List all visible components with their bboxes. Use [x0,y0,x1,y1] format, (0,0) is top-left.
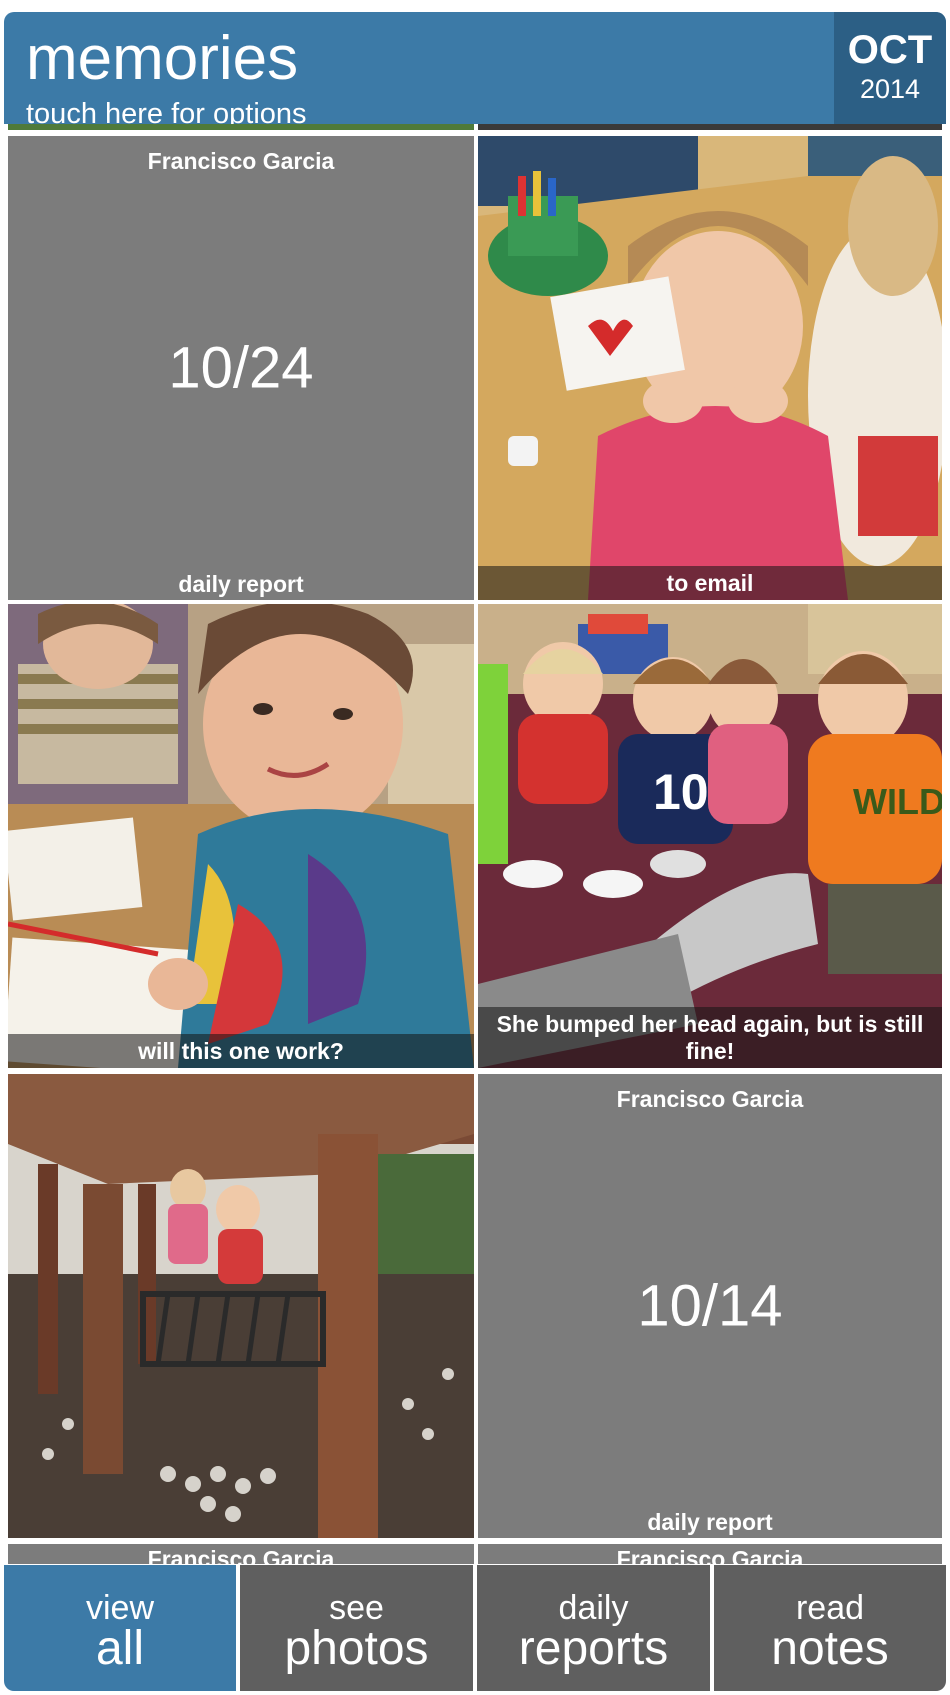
nav-small-label: view [85,1589,155,1627]
report-date: 10/14 [637,1273,783,1339]
nav-big-label: reports [518,1622,669,1675]
photo-toddlers-image: 10 WILD [478,604,942,1068]
svg-text:10: 10 [653,764,709,820]
nav-see-photos-button[interactable]: see photos [240,1565,473,1691]
photo-drawing-image [8,604,474,1068]
nav-small-label: see [329,1589,384,1627]
previous-tile-edge [478,124,942,130]
photo-caption: will this one work? [8,1034,474,1068]
child-name: Francisco Garcia [616,1546,804,1564]
month-label: OCT [847,28,933,72]
nav-read-notes-button[interactable]: read notes [714,1565,946,1691]
nav-big-label: all [95,1622,145,1675]
child-name: Francisco Garcia [616,1086,804,1112]
photo-tile[interactable]: will this one work? [8,604,474,1068]
photo-caption: to email [478,566,942,600]
svg-text:WILD: WILD [853,781,942,822]
nav-small-label: daily [558,1589,629,1627]
daily-report-tile-partial[interactable]: Francisco Garcia [8,1544,474,1564]
month-selector[interactable]: OCT 2014 [834,12,946,124]
nav-big-label: photos [284,1622,429,1675]
photo-craft-image [478,136,942,600]
child-name: Francisco Garcia [147,1546,335,1564]
photo-tile[interactable]: 10 WILD She bumped her head again, but i… [478,604,942,1068]
nav-view-all-button[interactable]: view all [4,1565,236,1691]
year-label: 2014 [859,74,921,104]
tile-type-label: daily report [647,1509,773,1535]
child-name: Francisco Garcia [147,148,335,174]
previous-tile-edge [8,124,474,130]
photo-tile[interactable] [8,1074,474,1538]
options-hint[interactable]: touch here for options [26,100,307,125]
daily-report-tile[interactable]: Francisco Garcia 10/24 daily report [8,136,474,600]
nav-small-label: read [795,1589,865,1627]
nav-daily-reports-button[interactable]: daily reports [477,1565,710,1691]
photo-tile[interactable]: to email [478,136,942,600]
app-title: memories [26,24,299,93]
report-date: 10/24 [168,335,314,401]
photo-caption: She bumped her head again, but is still … [478,1006,942,1068]
header-bar[interactable]: memories touch here for options OCT 2014 [4,12,946,124]
tile-type-label: daily report [178,571,304,597]
daily-report-tile-partial[interactable]: Francisco Garcia [478,1544,942,1564]
nav-big-label: notes [771,1622,889,1675]
daily-report-tile[interactable]: Francisco Garcia 10/14 daily report [478,1074,942,1538]
photo-playground-image [8,1074,474,1538]
